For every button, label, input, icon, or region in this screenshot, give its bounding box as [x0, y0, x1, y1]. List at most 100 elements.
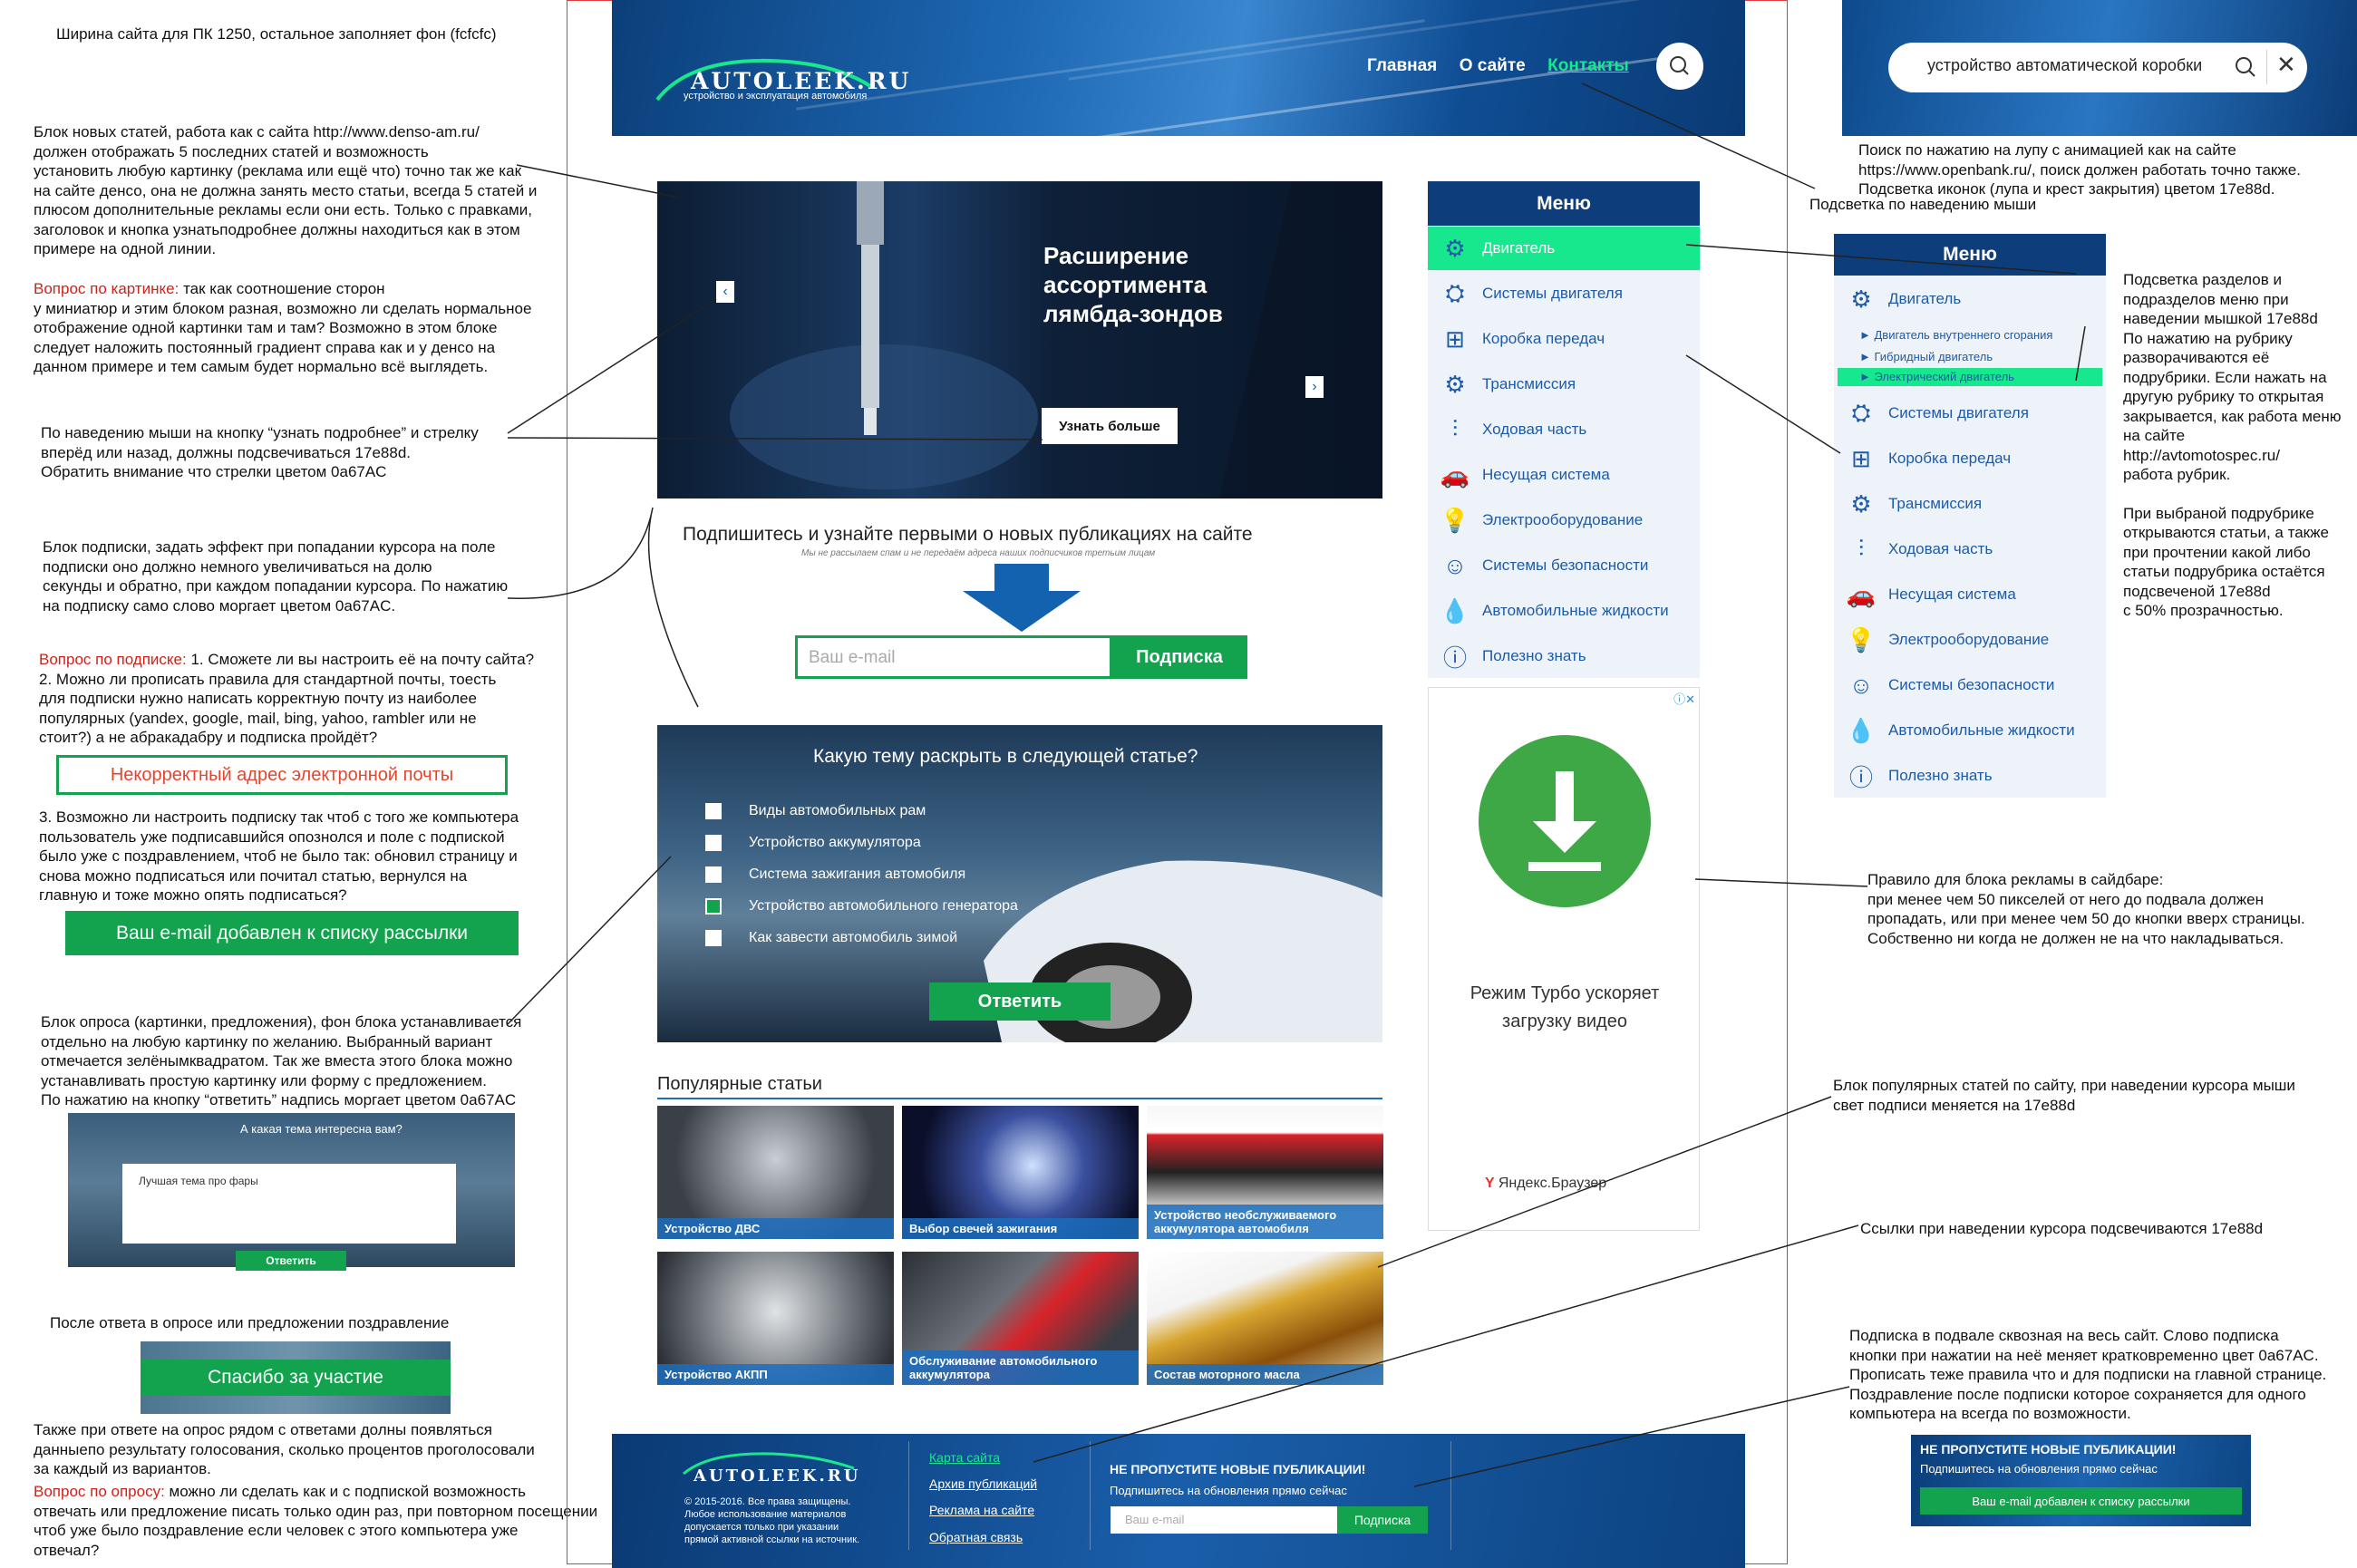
mini-poll-textarea[interactable]: Лучшая тема про фары	[122, 1164, 456, 1244]
note-poll-question: Вопрос по опросу: можно ли сделать как и…	[34, 1483, 598, 1559]
search-icon[interactable]	[2233, 54, 2260, 82]
sidebar-ad[interactable]: ⓘ✕ Режим Турбо ускоряет загрузку видео Y …	[1428, 687, 1700, 1231]
expanded-item-engine-systems[interactable]: ⛭ Системы двигателя	[1834, 392, 2106, 435]
logo-tagline: устройство и эксплуатация автомобиля	[684, 91, 868, 102]
poll-option[interactable]: Система зажигания автомобиля	[705, 866, 965, 883]
expanded-item-engine[interactable]: ⚙ Двигатель	[1834, 277, 2106, 321]
expanded-menu-title: Меню	[1834, 234, 2106, 276]
popular-card[interactable]: Устройство АКПП	[657, 1252, 894, 1385]
thanks-message: Спасибо за участие	[141, 1341, 451, 1414]
footer-divider	[908, 1441, 909, 1550]
expanded-item-fluids[interactable]: 💧 Автомобильные жидкости	[1834, 709, 2106, 752]
menu-item-body[interactable]: 🚗 Несущая система	[1428, 453, 1700, 497]
note-hover-nav: Подсветка по наведению мыши	[1809, 196, 2037, 213]
nav-home[interactable]: Главная	[1367, 56, 1437, 75]
menu-title: Меню	[1428, 181, 1700, 226]
expanded-item-chassis[interactable]: ⫶ Ходовая часть	[1834, 528, 2106, 571]
menu-item-engine[interactable]: ⚙ Двигатель	[1428, 227, 1700, 270]
news-slider: Расширение ассортимента лямбда-зондов Узна…	[657, 181, 1382, 498]
popular-card-caption[interactable]: Устройство ДВС	[657, 1218, 894, 1239]
footer-subscribe-button[interactable]: Подписка	[1337, 1506, 1428, 1534]
footer-logo-text[interactable]: AUTOLEEK.RU	[694, 1466, 860, 1486]
slider-next-arrow[interactable]: ›	[1305, 376, 1324, 398]
footer-link-ads[interactable]: Реклама на сайте	[929, 1503, 1034, 1517]
close-icon[interactable]: ✕	[2276, 51, 2296, 79]
popular-card-caption[interactable]: Устройство АКПП	[657, 1364, 894, 1385]
popular-card[interactable]: Устройство необслуживаемого аккумулятора…	[1147, 1106, 1383, 1239]
popular-card-caption[interactable]: Обслуживание автомобильного аккумулятора	[902, 1350, 1139, 1385]
note-site-width: Ширина сайта для ПК 1250, остальное запо…	[56, 25, 497, 43]
slider-prev-arrow[interactable]: ‹	[716, 281, 734, 303]
expanded-item-transmission[interactable]: ⚙ Трансмиссия	[1834, 482, 2106, 526]
ad-choices-icon[interactable]: ⓘ✕	[1673, 690, 1695, 707]
menu-item-engine-systems[interactable]: ⛭ Системы двигателя	[1428, 272, 1700, 315]
ad-brand: Y Яндекс.Браузер	[1485, 1176, 1607, 1191]
expanded-item-body[interactable]: 🚗 Несущая система	[1834, 573, 2106, 616]
expanded-menu-preview: Меню ⚙ Двигатель ► Двигатель внутреннего …	[1834, 234, 2106, 798]
expanded-item-gearbox[interactable]: ⊞ Коробка передач	[1834, 437, 2106, 480]
subscribe-subtext: Мы не рассылаем спам и не передаём адрес…	[801, 548, 1156, 558]
footer-email-input[interactable]: Ваш e-mail	[1111, 1506, 1337, 1534]
poll-checkbox[interactable]	[705, 835, 722, 851]
menu-item-gearbox[interactable]: ⊞ Коробка передач	[1428, 317, 1700, 361]
popular-card-caption[interactable]: Выбор свечей зажигания	[902, 1218, 1139, 1239]
search-button[interactable]	[1656, 43, 1703, 90]
menu-item-transmission[interactable]: ⚙ Трансмиссия	[1428, 363, 1700, 406]
menu-item-chassis[interactable]: ⫶ Ходовая часть	[1428, 408, 1700, 451]
subitem-ice[interactable]: ► Двигатель внутреннего сгорания	[1859, 328, 2052, 342]
poll-checkbox-checked[interactable]	[705, 898, 722, 915]
search-open-input[interactable]: устройство автоматической коробки	[1927, 56, 2202, 75]
transmission-icon: ⚙	[1850, 489, 1872, 518]
popular-title: Популярные статьи	[657, 1074, 822, 1094]
nav-contacts[interactable]: Контакты	[1547, 56, 1629, 75]
poll-option[interactable]: Устройство аккумулятора	[705, 835, 921, 851]
engine-systems-icon: ⛭	[1445, 279, 1465, 306]
expanded-item-electrical[interactable]: 💡 Электрооборудование	[1834, 618, 2106, 662]
thanks-label: Спасибо за участие	[141, 1360, 451, 1396]
note-links: Ссылки при наведении курсора подсвечиваю…	[1860, 1220, 2264, 1237]
note-popular: Блок популярных статей по сайту, при нав…	[1833, 1077, 2295, 1114]
poll-checkbox[interactable]	[705, 930, 722, 946]
footer-link-sitemap[interactable]: Карта сайта	[929, 1450, 1000, 1465]
note-slider: Блок новых статей, работа как с сайта ht…	[34, 123, 538, 257]
poll-option[interactable]: Как завести автомобиль зимой	[705, 930, 957, 946]
nav-about[interactable]: О сайте	[1460, 56, 1526, 75]
popular-card[interactable]: Выбор свечей зажигания	[902, 1106, 1139, 1239]
search-open-bar[interactable]: устройство автоматической коробки ✕	[1888, 43, 2307, 92]
poll-checkbox[interactable]	[705, 866, 722, 883]
popular-card-caption[interactable]: Состав моторного масла	[1147, 1364, 1383, 1385]
footer-success-title: НЕ ПРОПУСТИТЕ НОВЫЕ ПУБЛИКАЦИИ!	[1920, 1442, 2177, 1457]
poll-option-selected[interactable]: Устройство автомобильного генератора	[705, 898, 1018, 915]
popular-card-caption[interactable]: Устройство необслуживаемого аккумулятора…	[1147, 1205, 1383, 1239]
email-added-message: Ваш e-mail добавлен к списку рассылки	[65, 911, 519, 955]
subscribe-email-input[interactable]: Ваш e-mail	[795, 635, 1112, 679]
subitem-electric[interactable]: ► Электрический двигатель	[1838, 368, 2102, 386]
expanded-item-useful[interactable]: ⓘ Полезно знать	[1834, 754, 2106, 798]
popular-card[interactable]: Обслуживание автомобильного аккумулятора	[902, 1252, 1139, 1385]
popular-card[interactable]: Устройство ДВС	[657, 1106, 894, 1239]
car-body-icon: 🚗	[1846, 580, 1877, 608]
footer-copyright: © 2015-2016. Все права защищены. Любое ис…	[684, 1496, 860, 1545]
note-hover: По наведению мыши на кнопку “узнать подр…	[41, 424, 479, 480]
popular-card[interactable]: Состав моторного масла	[1147, 1252, 1383, 1385]
subscribe-button[interactable]: Подписка	[1111, 635, 1247, 679]
footer-link-feedback[interactable]: Обратная связь	[929, 1530, 1023, 1544]
subitem-hybrid[interactable]: ► Гибридный двигатель	[1859, 350, 1993, 363]
footer-link-archive[interactable]: Архив публикаций	[929, 1476, 1037, 1491]
ad-text: Режим Турбо ускоряет загрузку видео	[1469, 983, 1660, 1031]
note-vote: Также при ответе на опрос рядом с ответа…	[34, 1421, 535, 1477]
menu-item-electrical[interactable]: 💡 Электрооборудование	[1428, 498, 1700, 542]
mini-poll-answer-button-visible[interactable]: Ответить	[236, 1251, 346, 1271]
menu-item-fluids[interactable]: 💧 Автомобильные жидкости	[1428, 589, 1700, 633]
expanded-item-safety[interactable]: ☺ Системы безопасности	[1834, 663, 2106, 707]
poll-checkbox[interactable]	[705, 803, 722, 819]
note-ad: Правило для блока рекламы в сайдбаре: при…	[1867, 871, 2305, 947]
slider-title: Расширение ассортимента лямбда-зондов	[1043, 242, 1223, 327]
menu-item-safety[interactable]: ☺ Системы безопасности	[1428, 544, 1700, 587]
poll-answer-button[interactable]: Ответить	[929, 982, 1111, 1021]
slider-more-button[interactable]: Узнать больше	[1042, 408, 1178, 444]
chassis-icon: ⫶	[1451, 415, 1459, 442]
menu-item-useful[interactable]: ⓘ Полезно знать	[1428, 634, 1700, 678]
down-arrow-icon	[963, 564, 1081, 632]
poll-option[interactable]: Виды автомобильных рам	[705, 803, 926, 819]
